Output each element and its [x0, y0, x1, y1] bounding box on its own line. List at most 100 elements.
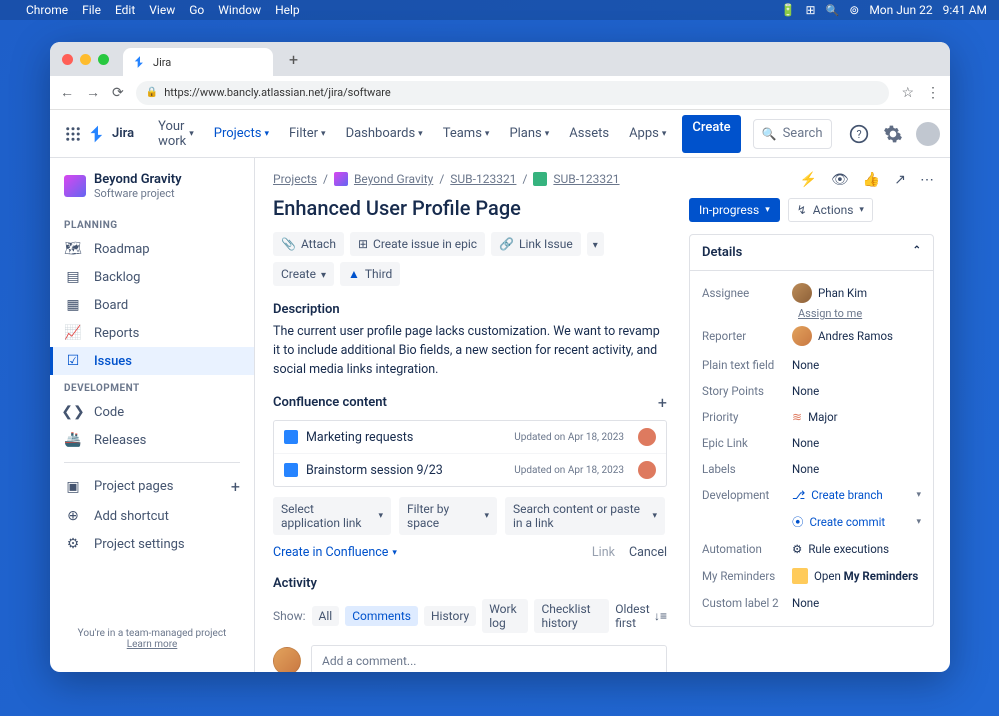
- sort-toggle[interactable]: Oldest first↓≡: [615, 602, 667, 630]
- custom-value[interactable]: None: [792, 596, 921, 610]
- sidebar-learn-more[interactable]: Learn more: [127, 639, 178, 650]
- nav-assets[interactable]: Assets: [561, 115, 617, 153]
- sidebar-roadmap[interactable]: 🗺 Roadmap: [50, 235, 254, 263]
- create-button[interactable]: Create: [682, 115, 740, 153]
- epic-value[interactable]: None: [792, 436, 921, 450]
- nav-apps[interactable]: Apps▾: [621, 115, 674, 153]
- nav-projects[interactable]: Projects▾: [206, 115, 277, 153]
- open-reminders[interactable]: Open My Reminders: [792, 568, 921, 584]
- window-minimize-icon[interactable]: [80, 54, 91, 65]
- browser-tab-jira[interactable]: Jira: [123, 48, 273, 76]
- plain-value[interactable]: None: [792, 358, 921, 372]
- sidebar-board[interactable]: ▦ Board: [50, 291, 254, 319]
- bc-project[interactable]: Beyond Gravity: [354, 172, 433, 186]
- tab-history[interactable]: History: [424, 606, 476, 626]
- settings-icon[interactable]: [882, 123, 904, 145]
- filter-by-space[interactable]: Filter by space▾: [399, 497, 497, 535]
- create-issue-epic-button[interactable]: ⊞Create issue in epic: [350, 232, 485, 256]
- confluence-item[interactable]: Marketing requests Updated on Apr 18, 20…: [274, 421, 666, 453]
- more-icon[interactable]: ⋯: [920, 172, 934, 188]
- sort-icon: ↓≡: [654, 609, 667, 623]
- kebab-icon[interactable]: ⋮: [926, 85, 940, 101]
- status-dropdown[interactable]: In-progress▾: [689, 198, 780, 222]
- labels-value[interactable]: None: [792, 462, 921, 476]
- bc-sub2[interactable]: SUB-123321: [553, 172, 619, 186]
- tab-checklist[interactable]: Checklist history: [534, 599, 609, 633]
- sidebar-releases[interactable]: 🚢 Releases: [50, 426, 254, 454]
- backlog-icon: ▤: [64, 269, 82, 285]
- story-value[interactable]: None: [792, 384, 921, 398]
- link-issue-button[interactable]: 🔗Link Issue: [491, 232, 581, 256]
- actions-dropdown[interactable]: ↯Actions▾: [788, 198, 873, 222]
- nav-dashboards[interactable]: Dashboards▾: [338, 115, 431, 153]
- url-bar[interactable]: 🔒 https://www.bancly.atlassian.net/jira/…: [136, 81, 890, 105]
- nav-your-work[interactable]: Your work▾: [150, 115, 202, 153]
- watch-icon[interactable]: 👁: [831, 172, 849, 188]
- cancel-button[interactable]: Cancel: [629, 545, 667, 560]
- forward-icon[interactable]: →: [86, 84, 100, 101]
- star-icon[interactable]: ☆: [901, 85, 914, 101]
- bc-projects[interactable]: Projects: [273, 172, 317, 186]
- create-dropdown-button[interactable]: Create: [273, 262, 334, 286]
- menu-view[interactable]: View: [149, 3, 175, 17]
- create-in-confluence[interactable]: Create in Confluence▾: [273, 545, 397, 560]
- bc-sub1[interactable]: SUB-123321: [450, 172, 516, 186]
- menu-edit[interactable]: Edit: [115, 3, 135, 17]
- priority-value[interactable]: ≋Major: [792, 410, 921, 424]
- sidebar-project-pages[interactable]: ▣ Project pages +: [50, 471, 254, 502]
- create-commit[interactable]: ⦿Create commit ▾: [792, 514, 921, 530]
- sidebar-issues[interactable]: ☑ Issues: [50, 347, 254, 375]
- assignee-value[interactable]: Phan Kim: [792, 283, 921, 303]
- link-issue-dropdown[interactable]: [587, 232, 604, 256]
- add-confluence-icon[interactable]: +: [658, 393, 667, 412]
- tab-all[interactable]: All: [312, 606, 340, 626]
- attach-button[interactable]: 📎Attach: [273, 232, 344, 256]
- tab-worklog[interactable]: Work log: [482, 599, 528, 633]
- details-toggle[interactable]: Details ⌃: [690, 235, 933, 271]
- share-icon[interactable]: ↗: [894, 172, 906, 188]
- spotlight-icon[interactable]: 🔍: [826, 4, 840, 17]
- menubar-app[interactable]: Chrome: [26, 3, 68, 17]
- new-tab-button[interactable]: +: [279, 44, 308, 75]
- chevron-down-icon[interactable]: ▾: [916, 490, 921, 500]
- sidebar-add-shortcut[interactable]: ⊕ Add shortcut: [50, 502, 254, 530]
- comment-input[interactable]: Add a comment...: [311, 645, 667, 672]
- tab-comments[interactable]: Comments: [345, 606, 418, 626]
- description-text[interactable]: The current user profile page lacks cust…: [273, 323, 667, 379]
- select-app-link[interactable]: Select application link▾: [273, 497, 391, 535]
- window-maximize-icon[interactable]: [98, 54, 109, 65]
- menu-go[interactable]: Go: [189, 3, 204, 17]
- confluence-item[interactable]: Brainstorm session 9/23 Updated on Apr 1…: [274, 453, 666, 486]
- chevron-down-icon[interactable]: ▾: [916, 517, 921, 527]
- project-header[interactable]: Beyond Gravity Software project: [50, 172, 254, 212]
- back-icon[interactable]: ←: [60, 84, 74, 101]
- jira-logo[interactable]: Jira: [88, 124, 134, 144]
- menu-help[interactable]: Help: [275, 3, 300, 17]
- lightning-icon[interactable]: ⚡: [800, 172, 817, 188]
- sidebar-code[interactable]: ❮❯ Code: [50, 398, 254, 426]
- assign-to-me[interactable]: Assign to me: [798, 307, 921, 320]
- third-button[interactable]: ▲Third: [340, 262, 400, 286]
- search-input[interactable]: 🔍 Search: [753, 119, 832, 149]
- wifi-icon: ⊚: [849, 3, 859, 17]
- issue-title[interactable]: Enhanced User Profile Page: [273, 196, 667, 220]
- profile-avatar[interactable]: [916, 122, 940, 146]
- search-content[interactable]: Search content or paste in a link▾: [505, 497, 665, 535]
- menu-file[interactable]: File: [82, 3, 101, 17]
- vote-icon[interactable]: 👍: [863, 172, 880, 188]
- nav-filter[interactable]: Filter▾: [281, 115, 334, 153]
- reload-icon[interactable]: ⟳: [112, 85, 124, 101]
- create-branch[interactable]: ⎇Create branch ▾: [792, 488, 921, 502]
- help-icon[interactable]: ?: [848, 123, 870, 145]
- sidebar-reports[interactable]: 📈 Reports: [50, 319, 254, 347]
- rule-executions[interactable]: ⚙Rule executions: [792, 542, 921, 556]
- app-switcher-icon[interactable]: [64, 123, 82, 145]
- sidebar-backlog[interactable]: ▤ Backlog: [50, 263, 254, 291]
- nav-plans[interactable]: Plans▾: [501, 115, 557, 153]
- add-page-icon[interactable]: +: [231, 477, 240, 496]
- reporter-value[interactable]: Andres Ramos: [792, 326, 921, 346]
- window-close-icon[interactable]: [62, 54, 73, 65]
- menu-window[interactable]: Window: [218, 3, 261, 17]
- sidebar-project-settings[interactable]: ⚙ Project settings: [50, 530, 254, 558]
- nav-teams[interactable]: Teams▾: [435, 115, 498, 153]
